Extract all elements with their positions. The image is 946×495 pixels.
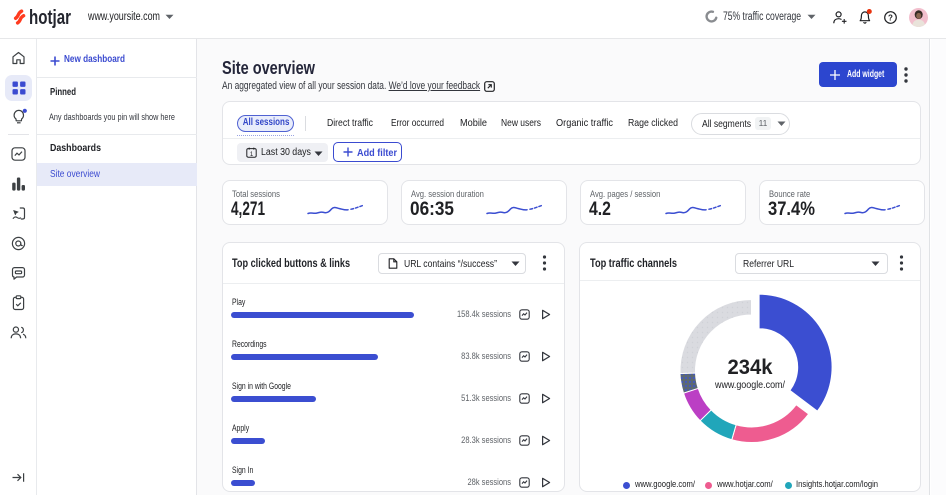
svg-text:?: ? [888, 13, 893, 22]
